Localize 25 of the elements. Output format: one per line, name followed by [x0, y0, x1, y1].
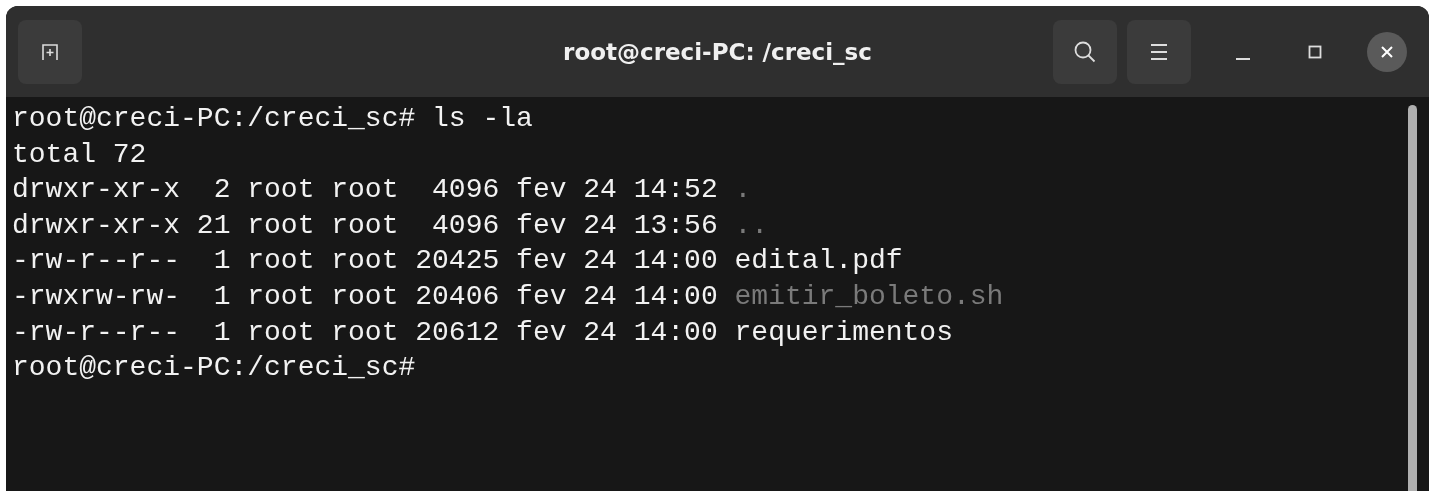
file-details: -rwxrw-rw- 1 root root 20406 fev 24 14:00	[12, 280, 718, 312]
window-title: root@creci-PC: /creci_sc	[563, 38, 872, 65]
new-tab-button[interactable]	[18, 19, 82, 84]
scrollbar[interactable]	[1408, 105, 1417, 491]
file-name: emitir_boleto.sh	[734, 280, 1004, 312]
menu-icon	[1149, 42, 1169, 61]
terminal-line: total 72	[12, 138, 147, 170]
close-icon	[1380, 44, 1394, 59]
menu-button[interactable]	[1127, 19, 1191, 84]
file-name: ..	[734, 209, 769, 241]
terminal-line: root@creci-PC:/creci_sc#	[12, 352, 416, 384]
file-details: drwxr-xr-x 21 root root 4096 fev 24 13:56	[12, 209, 718, 241]
file-details: drwxr-xr-x 2 root root 4096 fev 24 14:52	[12, 174, 718, 206]
maximize-icon	[1308, 44, 1322, 59]
search-button[interactable]	[1053, 19, 1117, 84]
file-name: .	[734, 174, 752, 206]
terminal-line: root@creci-PC:/creci_sc# ls -la	[12, 103, 533, 134]
minimize-icon	[1236, 57, 1250, 60]
new-tab-icon	[41, 42, 59, 61]
file-name: edital.pdf	[734, 245, 903, 277]
search-icon	[1073, 39, 1097, 64]
file-details: -rw-r--r-- 1 root root 20425 fev 24 14:00	[12, 245, 718, 277]
file-details: -rw-r--r-- 1 root root 20612 fev 24 14:00	[12, 316, 718, 348]
close-button[interactable]	[1367, 31, 1407, 72]
file-name: requerimentos	[734, 316, 953, 348]
